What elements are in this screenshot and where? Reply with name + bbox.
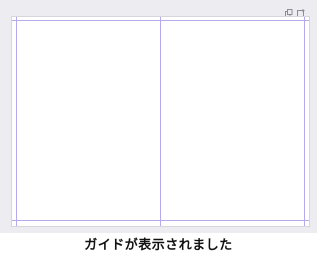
copy-page-icon[interactable] [284,8,293,17]
guide-center [160,17,161,226]
guide-right [304,17,305,226]
canvas-workspace [0,0,317,233]
document-page[interactable] [12,17,309,226]
guide-left [16,17,17,226]
add-page-icon[interactable] [296,8,305,17]
status-caption: ガイドが表示されました [84,238,233,253]
